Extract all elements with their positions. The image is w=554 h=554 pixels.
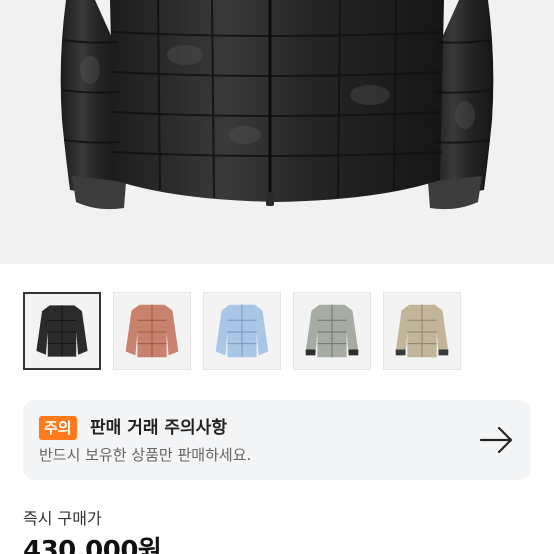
instant-buy-price-label: 즉시 구매가	[23, 509, 102, 528]
jacket-thumbnail-icon	[125, 304, 179, 358]
notice-description: 반드시 보유한 상품만 판매하세요.	[39, 446, 252, 464]
product-main-image[interactable]	[0, 0, 554, 264]
arrow-right-icon[interactable]	[477, 420, 517, 460]
notice-title: 판매 거래 주의사항	[90, 418, 227, 438]
caution-badge: 주의	[39, 416, 77, 440]
thumbnail-salmon[interactable]	[113, 292, 191, 370]
thumbnail-sage-gray[interactable]	[293, 292, 371, 370]
thumbnail-beige[interactable]	[383, 292, 461, 370]
thumbnail-strip	[23, 292, 473, 370]
trade-notice-card[interactable]: 주의 판매 거래 주의사항 반드시 보유한 상품만 판매하세요.	[23, 400, 531, 480]
thumbnail-light-blue[interactable]	[203, 292, 281, 370]
jacket-illustration	[60, 0, 494, 210]
jacket-thumbnail-icon	[36, 305, 88, 357]
jacket-thumbnail-icon	[305, 304, 359, 358]
instant-buy-price: 430,000원	[23, 536, 162, 554]
thumbnail-black[interactable]	[23, 292, 101, 370]
jacket-thumbnail-icon	[395, 304, 449, 358]
jacket-thumbnail-icon	[215, 304, 269, 358]
